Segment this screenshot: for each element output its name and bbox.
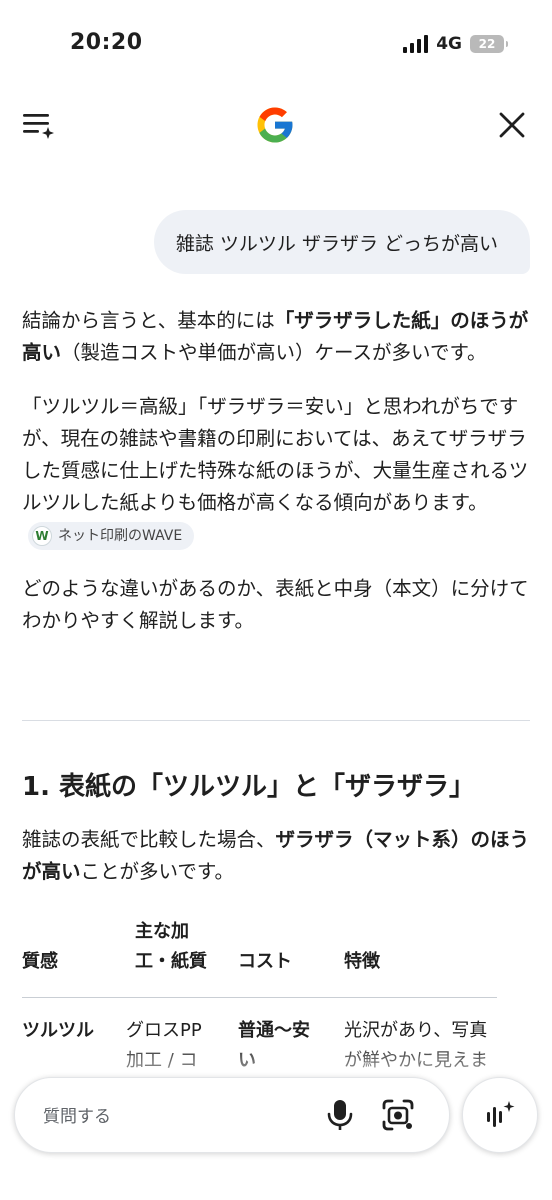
answer-paragraph-2: 「ツルツル＝高級」「ザラザラ＝安い」と思われがちですが、現在の雑誌や書籍の印刷に… (22, 391, 532, 551)
divider (22, 720, 530, 721)
battery-level: 22 (478, 37, 496, 51)
source-chip[interactable]: W ネット印刷のWAVE (28, 521, 195, 550)
user-query-text: 雑誌 ツルツル ザラザラ どっちが高い (175, 232, 498, 255)
table-header: 質感 主な加工・紙質 コスト 特徴 (22, 920, 497, 998)
network-type: 4G (436, 34, 462, 54)
close-icon[interactable] (498, 111, 526, 139)
google-lens-icon[interactable] (381, 1098, 415, 1132)
user-query-bubble: 雑誌 ツルツル ザラザラ どっちが高い (153, 210, 530, 274)
top-bar (0, 100, 552, 150)
header-process: 主な加工・紙質 (135, 921, 207, 972)
answer-text: 結論から言うと、基本的には (22, 309, 275, 332)
answer-paragraph-1: 結論から言うと、基本的には「ザラザラした紙」のほうが高い（製造コストや単価が高い… (22, 305, 532, 369)
google-logo-icon (257, 107, 293, 143)
sparkle-waveform-icon (487, 1101, 515, 1127)
microphone-icon[interactable] (325, 1098, 355, 1132)
ai-answer: 結論から言うと、基本的には「ザラザラした紙」のほうが高い（製造コストや単価が高い… (22, 305, 532, 659)
wave-logo-icon: W (32, 525, 52, 546)
ask-input-bar[interactable]: 質問する (14, 1077, 450, 1153)
answer-text: （製造コストや単価が高い）ケースが多いです。 (61, 341, 487, 364)
status-bar: 20:20 4G 22 (0, 0, 552, 90)
status-time: 20:20 (70, 30, 143, 55)
history-menu-icon[interactable] (22, 110, 56, 140)
header-texture: 質感 (22, 951, 58, 972)
live-voice-button[interactable] (462, 1077, 538, 1153)
signal-icon (403, 35, 429, 53)
header-cost: コスト (238, 951, 292, 972)
ask-input-placeholder[interactable]: 質問する (43, 1102, 111, 1127)
intro-text: ことが多いです。 (80, 860, 234, 883)
status-indicators: 4G 22 (403, 34, 508, 54)
section-intro: 雑誌の表紙で比較した場合、ザラザラ（マット系）のほうが高いことが多いです。 (22, 824, 532, 888)
intro-text: 雑誌の表紙で比較した場合、 (22, 828, 276, 851)
battery-icon: 22 (470, 35, 508, 53)
section-heading: 1. 表紙の「ツルツル」と「ザラザラ」 (22, 772, 476, 802)
header-feature: 特徴 (344, 951, 380, 972)
answer-paragraph-3: どのような違いがあるのか、表紙と中身（本文）に分けてわかりやすく解説します。 (22, 577, 529, 632)
answer-text: 「ツルツル＝高級」「ザラザラ＝安い」と思われがちですが、現在の雑誌や書籍の印刷に… (22, 395, 529, 514)
source-chip-label: ネット印刷のWAVE (58, 527, 183, 544)
